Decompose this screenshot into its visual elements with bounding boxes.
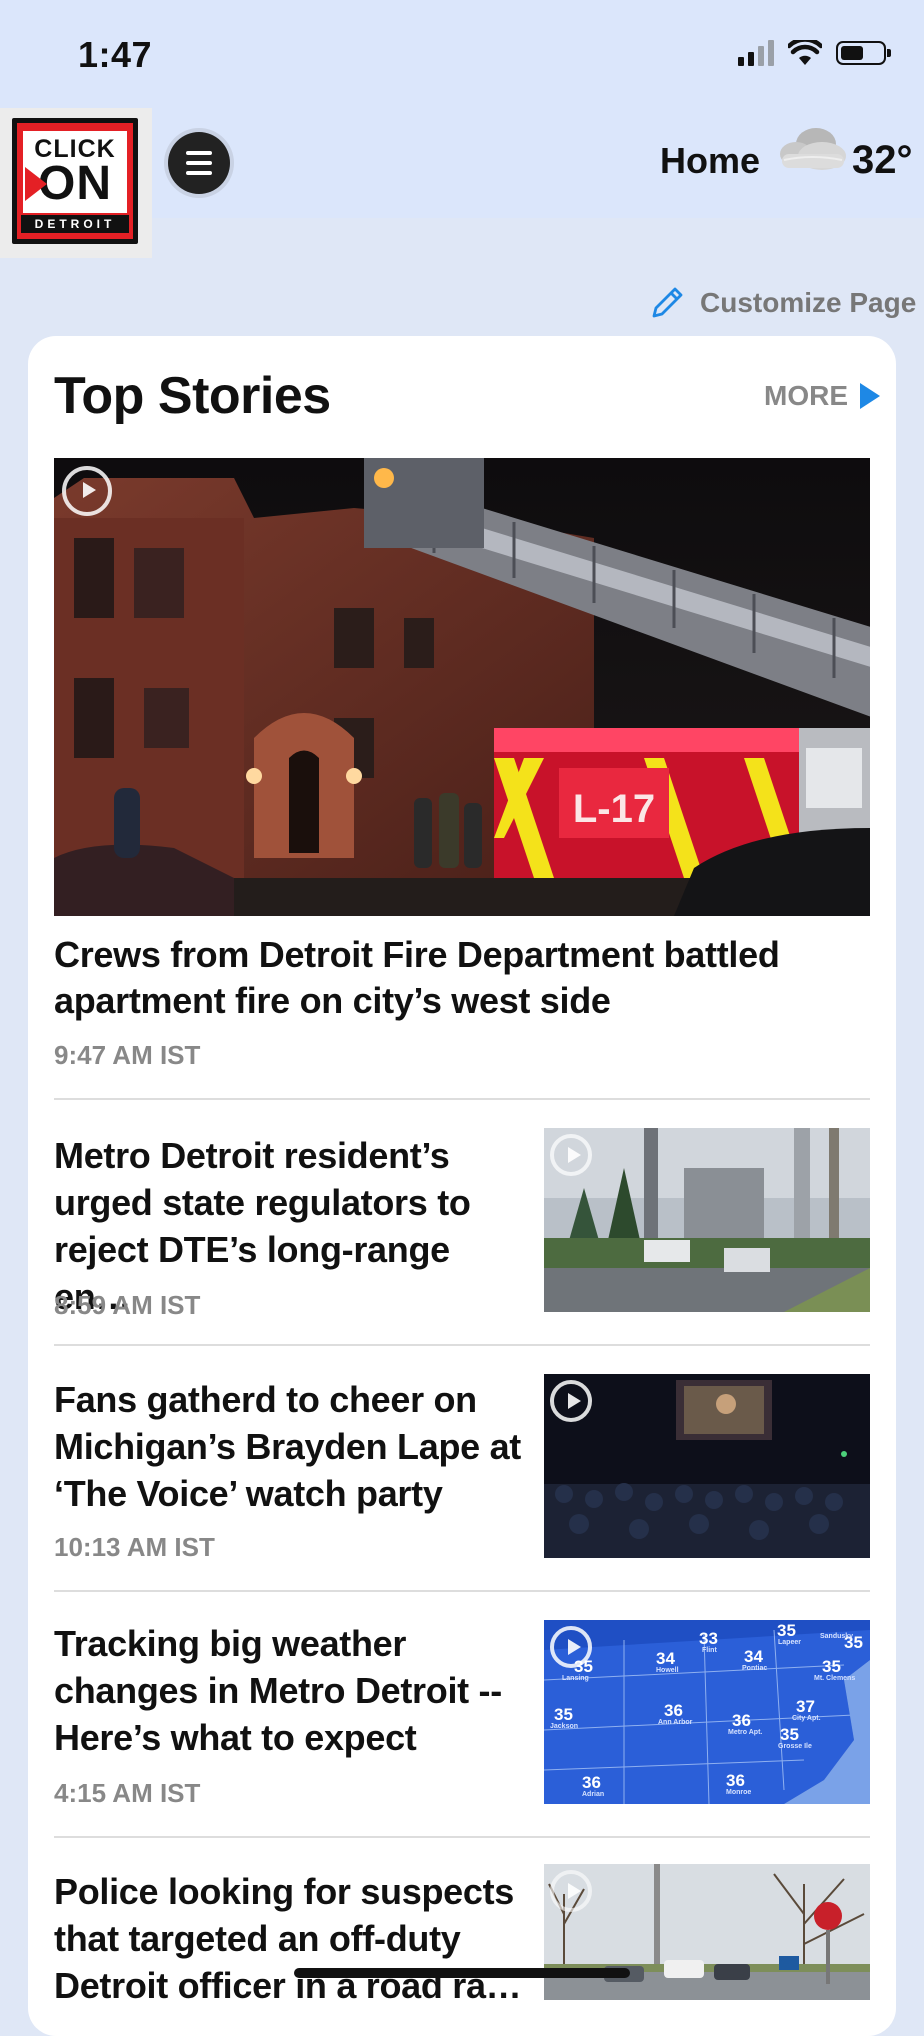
section-title: Top Stories (54, 367, 331, 425)
map-place: Ann Arbor (658, 1719, 693, 1726)
wifi-icon (788, 40, 822, 65)
map-place: City Apt. (792, 1715, 821, 1722)
power-plant-image (544, 1128, 870, 1312)
map-place: Adrian (582, 1791, 604, 1798)
story-headline[interactable]: Fans gatherd to cheer on Michigan’s Bray… (54, 1376, 534, 1517)
map-place: Monroe (726, 1789, 751, 1796)
cellular-signal-icon (738, 40, 774, 66)
map-temp: 35 (822, 1657, 841, 1676)
current-temperature[interactable]: 32° (852, 138, 913, 183)
map-place: Grosse Ile (778, 1743, 812, 1750)
play-arrow-icon (860, 383, 880, 409)
story-headline[interactable]: Police looking for suspects that targete… (54, 1868, 534, 2009)
battery-icon (836, 41, 891, 65)
story-thumbnail[interactable] (544, 1864, 870, 2000)
video-play-icon[interactable] (550, 1134, 592, 1176)
map-temp: 35 (777, 1621, 796, 1640)
story-thumbnail[interactable] (544, 1128, 870, 1312)
video-play-icon[interactable] (550, 1380, 592, 1422)
story-thumbnail[interactable] (544, 1374, 870, 1558)
status-icons (738, 40, 891, 66)
street-scene-image (544, 1864, 870, 2000)
more-link[interactable]: MORE (764, 380, 880, 412)
map-place: Mt. Clemens (814, 1675, 855, 1682)
map-place: Flint (702, 1647, 717, 1654)
logo-arrow-icon (25, 167, 47, 201)
map-place: Howell (656, 1667, 679, 1674)
logo-mark: CLICK ON DETROIT (12, 118, 138, 244)
more-label: MORE (764, 380, 848, 411)
map-temp: 35 (780, 1725, 799, 1744)
divider (54, 1836, 870, 1838)
customize-page-label: Customize Page (700, 287, 917, 318)
map-place: Jackson (550, 1723, 578, 1730)
hero-headline[interactable]: Crews from Detroit Fire Department battl… (54, 932, 870, 1024)
story-headline[interactable]: Tracking big weather changes in Metro De… (54, 1620, 534, 1761)
divider (54, 1590, 870, 1592)
map-temp: 36 (726, 1771, 745, 1790)
story-time: 4:15 AM IST (54, 1778, 201, 1808)
map-place: Metro Apt. (728, 1729, 762, 1736)
status-bar: 1:47 (0, 0, 924, 100)
map-place: Lansing (562, 1675, 589, 1682)
hero-story-image[interactable]: L-17 (54, 458, 870, 916)
map-temp: 35 (554, 1705, 573, 1724)
fire-scene-image: L-17 (54, 458, 870, 916)
map-place: Pontiac (742, 1665, 767, 1672)
map-temp: 36 (582, 1773, 601, 1792)
map-place: Lapeer (778, 1639, 801, 1646)
status-time: 1:47 (78, 34, 153, 75)
map-temp: 34 (744, 1647, 763, 1666)
logo-text-detroit: DETROIT (21, 215, 129, 233)
video-play-icon[interactable] (62, 466, 112, 516)
divider (54, 1098, 870, 1100)
story-thumbnail[interactable]: 35 33 35 34 34 35 35 37 35 36 36 35 36 3… (544, 1620, 870, 1804)
watch-party-image (544, 1374, 870, 1558)
map-place: Sandusky (820, 1633, 853, 1640)
video-play-icon[interactable] (550, 1870, 592, 1912)
hero-time: 9:47 AM IST (54, 1040, 201, 1070)
site-logo[interactable]: CLICK ON DETROIT (0, 108, 152, 258)
map-temp: 37 (796, 1697, 815, 1716)
map-temp: 36 (732, 1711, 751, 1730)
customize-page-button[interactable]: Customize Page (648, 284, 916, 322)
map-temp: 33 (699, 1629, 718, 1648)
weather-map-image: 35 33 35 34 34 35 35 37 35 36 36 35 36 3… (544, 1620, 870, 1804)
hamburger-menu-button[interactable] (168, 132, 230, 194)
nav-home-label[interactable]: Home (660, 140, 760, 182)
divider (54, 1344, 870, 1346)
pencil-icon (652, 287, 683, 318)
map-temp: 34 (656, 1649, 675, 1668)
story-time: 10:13 AM IST (54, 1532, 215, 1562)
cloud-icon (780, 128, 846, 170)
truck-label: L-17 (573, 787, 655, 831)
video-play-icon[interactable] (550, 1626, 592, 1668)
home-indicator[interactable] (294, 1968, 630, 1978)
story-time: 8:59 AM IST (54, 1290, 201, 1320)
map-temp: 36 (664, 1701, 683, 1720)
